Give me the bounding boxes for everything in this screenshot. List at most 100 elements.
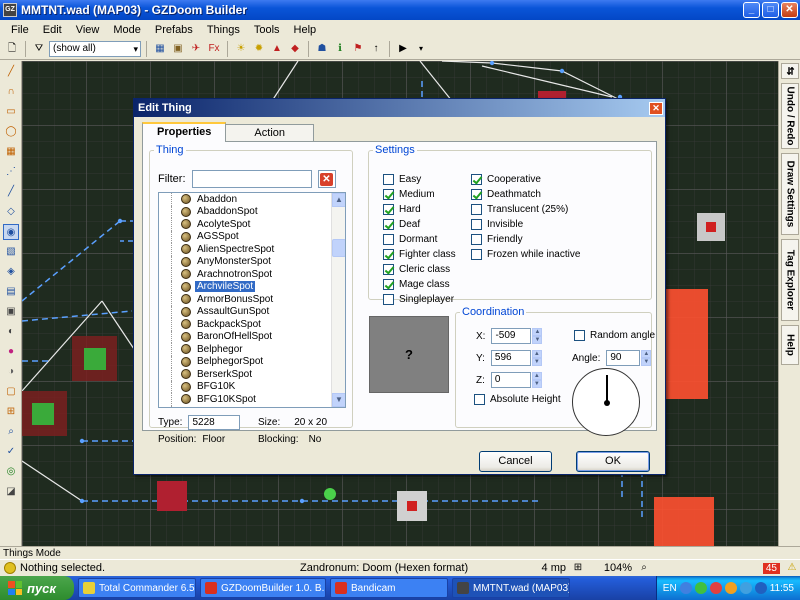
brightness-icon[interactable]: ◑ [3, 364, 19, 380]
zoom-level[interactable]: 104% [586, 562, 636, 574]
taskbar-button[interactable]: GZDoomBuilder 1.0. B... [200, 578, 326, 598]
scroll-down-icon[interactable]: ▼ [332, 393, 345, 407]
thing-list-item[interactable]: BaronOfHellSpot [159, 330, 332, 344]
clear-filter-button[interactable]: ✕ [317, 170, 336, 188]
error-check-icon[interactable]: ◎ [3, 464, 19, 480]
tab-draw-settings[interactable]: Draw Settings [781, 153, 799, 235]
linedefs-mode-icon[interactable]: ╱ [3, 184, 19, 200]
models-icon[interactable]: ▲ [269, 41, 285, 57]
checkbox-box[interactable] [383, 234, 394, 245]
y-down-icon[interactable]: ▼ [531, 358, 542, 366]
draw-grid-icon[interactable]: ▦ [3, 144, 19, 160]
tray-icon[interactable] [709, 582, 722, 594]
checkbox-box[interactable] [383, 264, 394, 275]
warnings-count[interactable]: 45 [762, 562, 780, 574]
vertices-mode-icon[interactable]: ⋰ [3, 164, 19, 180]
thing-list-item[interactable]: AssaultGunSpot [159, 305, 332, 319]
docker-pin-icon[interactable]: ⇆ [781, 63, 799, 79]
thing-list-item[interactable]: BFG10K [159, 380, 332, 394]
flag-checkbox-deathmatch[interactable]: Deathmatch [471, 187, 580, 202]
x-input[interactable]: -509 [491, 328, 532, 344]
grid-settings-icon[interactable]: ⊞ [570, 560, 586, 576]
thing-list-item[interactable]: AbaddonSpot [159, 205, 332, 219]
checkbox-box[interactable] [383, 279, 394, 290]
thing-list-item[interactable]: ArmorBonusSpot [159, 293, 332, 306]
menu-edit[interactable]: Edit [36, 24, 69, 36]
grid-icon[interactable]: ▦ [152, 41, 168, 57]
menu-mode[interactable]: Mode [106, 24, 148, 36]
angle-down-icon[interactable]: ▼ [641, 358, 652, 366]
flag-checkbox-singleplayer[interactable]: Singleplayer [383, 292, 456, 307]
info-icon[interactable]: ℹ [332, 41, 348, 57]
thing-list-item[interactable]: AcolyteSpot [159, 218, 332, 231]
menu-help[interactable]: Help [287, 24, 324, 36]
tree-scrollbar[interactable]: ▲ ▼ [331, 193, 345, 407]
thing-list-item[interactable]: AnyMonsterSpot [159, 255, 332, 269]
thing-list-item[interactable]: BFG9000Spot [159, 405, 332, 407]
checkbox-box[interactable] [383, 174, 394, 185]
y-input[interactable]: 596 [490, 350, 531, 366]
flag-checkbox-translucent-25[interactable]: Translucent (25%) [471, 202, 580, 217]
play-icon[interactable]: ▶ [395, 41, 411, 57]
thing-list-item[interactable]: BerserkSpot [159, 368, 332, 381]
flag-checkbox-cooperative[interactable]: Cooperative [471, 172, 580, 187]
thing-list-item[interactable]: Abaddon [159, 193, 332, 206]
tray-icon[interactable] [739, 582, 752, 594]
checkbox-box[interactable] [383, 219, 394, 230]
things-filter-select[interactable]: (show all) [49, 41, 141, 57]
sound-propagation-icon[interactable]: ◈ [3, 264, 19, 280]
checkbox-box[interactable] [471, 174, 482, 185]
menu-things[interactable]: Things [200, 24, 247, 36]
menu-prefabs[interactable]: Prefabs [148, 24, 200, 36]
tab-action[interactable]: Action [225, 124, 314, 142]
taskbar-button[interactable]: Bandicam [330, 578, 448, 598]
checkbox-box[interactable] [383, 189, 394, 200]
zoom-icon[interactable]: ⌕ [636, 560, 652, 576]
thing-type-tree[interactable]: Abaddon AbaddonSpot AcolyteSpot AGSSpot Alie… [158, 192, 346, 408]
filter-input[interactable] [191, 170, 312, 188]
menu-file[interactable]: File [4, 24, 36, 36]
flag-checkbox-cleric-class[interactable]: Cleric class [383, 262, 456, 277]
sound-environment-icon[interactable]: ▤ [3, 284, 19, 300]
dialog-close-button[interactable]: ✕ [649, 101, 663, 115]
check-icon[interactable]: ✓ [3, 444, 19, 460]
y-up-icon[interactable]: ▲ [531, 350, 542, 358]
texture-icon[interactable]: ▣ [170, 41, 186, 57]
play-dropdown-icon[interactable]: ▾ [413, 41, 429, 57]
flag-checkbox-mage-class[interactable]: Mage class [383, 277, 456, 292]
z-up-icon[interactable]: ▲ [531, 372, 542, 380]
light-dynamic-icon[interactable]: ✹ [251, 41, 267, 57]
angle-input[interactable]: 90 [606, 350, 641, 366]
flag-checkbox-hard[interactable]: Hard [383, 202, 456, 217]
select-icon[interactable]: ▢ [3, 384, 19, 400]
sectors-mode-icon[interactable]: ◇ [3, 204, 19, 220]
thing-list-item[interactable]: BelphegorSpot [159, 355, 332, 369]
z-down-icon[interactable]: ▼ [531, 380, 542, 388]
sky-icon[interactable]: ✈ [188, 41, 204, 57]
make-sectors-icon[interactable]: ▧ [3, 244, 19, 260]
flag-checkbox-friendly[interactable]: Friendly [471, 232, 580, 247]
minimize-button[interactable]: _ [743, 2, 760, 18]
angle-up-icon[interactable]: ▲ [641, 350, 652, 358]
flag-checkbox-easy[interactable]: Easy [383, 172, 456, 187]
x-down-icon[interactable]: ▼ [532, 336, 543, 344]
effects-icon[interactable]: Fx [206, 41, 222, 57]
close-button[interactable]: ✕ [781, 2, 798, 18]
script-icon[interactable]: ☗ [314, 41, 330, 57]
random-angle-box[interactable] [574, 330, 585, 341]
taskbar-button[interactable]: MMTNT.wad (MAP03) ... [452, 578, 570, 598]
snapshot-icon[interactable]: ▣ [3, 304, 19, 320]
thing-list-item[interactable]: ArachnotronSpot [159, 268, 332, 281]
draw-rect-icon[interactable]: ▭ [3, 104, 19, 120]
tray-icon[interactable] [694, 582, 707, 594]
checkbox-box[interactable] [471, 189, 482, 200]
z-input[interactable]: 0 [490, 372, 531, 388]
taskbar-button[interactable]: Total Commander 6.5... [78, 578, 196, 598]
thing-list-item[interactable]: BFG10KSpot [159, 393, 332, 406]
tray-icon[interactable] [754, 582, 767, 594]
draw-ellipse-icon[interactable]: ◯ [3, 124, 19, 140]
type-input[interactable]: 5228 [188, 415, 241, 430]
flag-checkbox-frozen-while-inactive[interactable]: Frozen while inactive [471, 247, 580, 262]
cursor-icon[interactable]: ↑ [368, 41, 384, 57]
menu-tools[interactable]: Tools [247, 24, 287, 36]
